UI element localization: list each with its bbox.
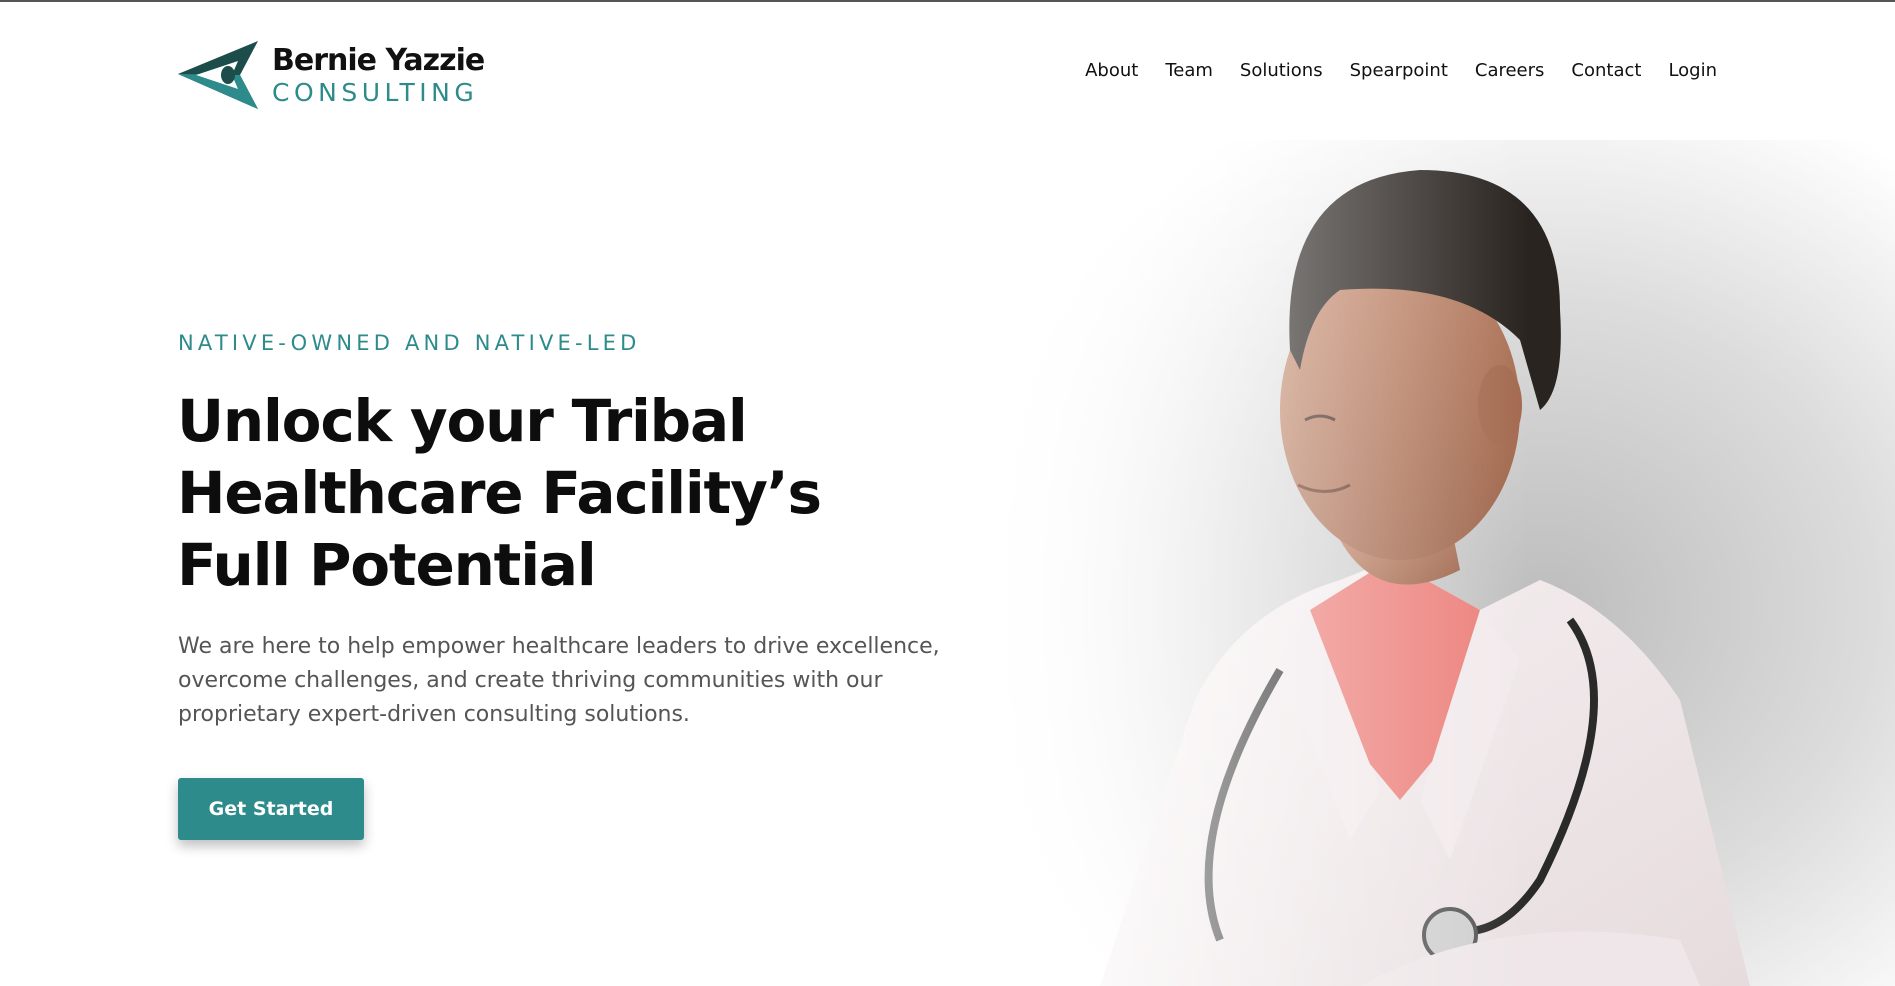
hero-headline: Unlock your Tribal Healthcare Facility’s… (177, 385, 937, 601)
description-line: overcome challenges, and create thriving… (178, 668, 883, 693)
logo-link[interactable]: Bernie Yazzie CONSULTING (178, 40, 498, 110)
page: Bernie Yazzie CONSULTING About Team Solu… (0, 0, 1895, 986)
get-started-button[interactable]: Get Started (178, 778, 364, 840)
hero-eyebrow: NATIVE-OWNED AND NATIVE-LED (178, 331, 641, 355)
nav-item-spearpoint[interactable]: Spearpoint (1350, 60, 1448, 81)
logo-subtitle: CONSULTING (272, 77, 479, 107)
headline-line: Healthcare Facility’s (177, 459, 822, 527)
main-nav: About Team Solutions Spearpoint Careers … (1085, 60, 1717, 81)
top-border (0, 0, 1895, 2)
headline-line: Full Potential (177, 531, 597, 599)
logo-text: Bernie Yazzie CONSULTING (272, 42, 485, 107)
nav-item-careers[interactable]: Careers (1475, 60, 1545, 81)
headline-line: Unlock your Tribal (177, 387, 748, 455)
logo-name: Bernie Yazzie (272, 42, 485, 78)
spearpoint-logo-icon (178, 41, 258, 109)
hero-description: We are here to help empower healthcare l… (178, 630, 940, 732)
doctor-portrait-image (980, 140, 1895, 986)
nav-item-contact[interactable]: Contact (1571, 60, 1641, 81)
nav-item-about[interactable]: About (1085, 60, 1138, 81)
nav-item-team[interactable]: Team (1165, 60, 1213, 81)
description-line: proprietary expert-driven consulting sol… (178, 702, 690, 727)
nav-item-login[interactable]: Login (1668, 60, 1717, 81)
description-line: We are here to help empower healthcare l… (178, 634, 940, 659)
nav-item-solutions[interactable]: Solutions (1240, 60, 1323, 81)
